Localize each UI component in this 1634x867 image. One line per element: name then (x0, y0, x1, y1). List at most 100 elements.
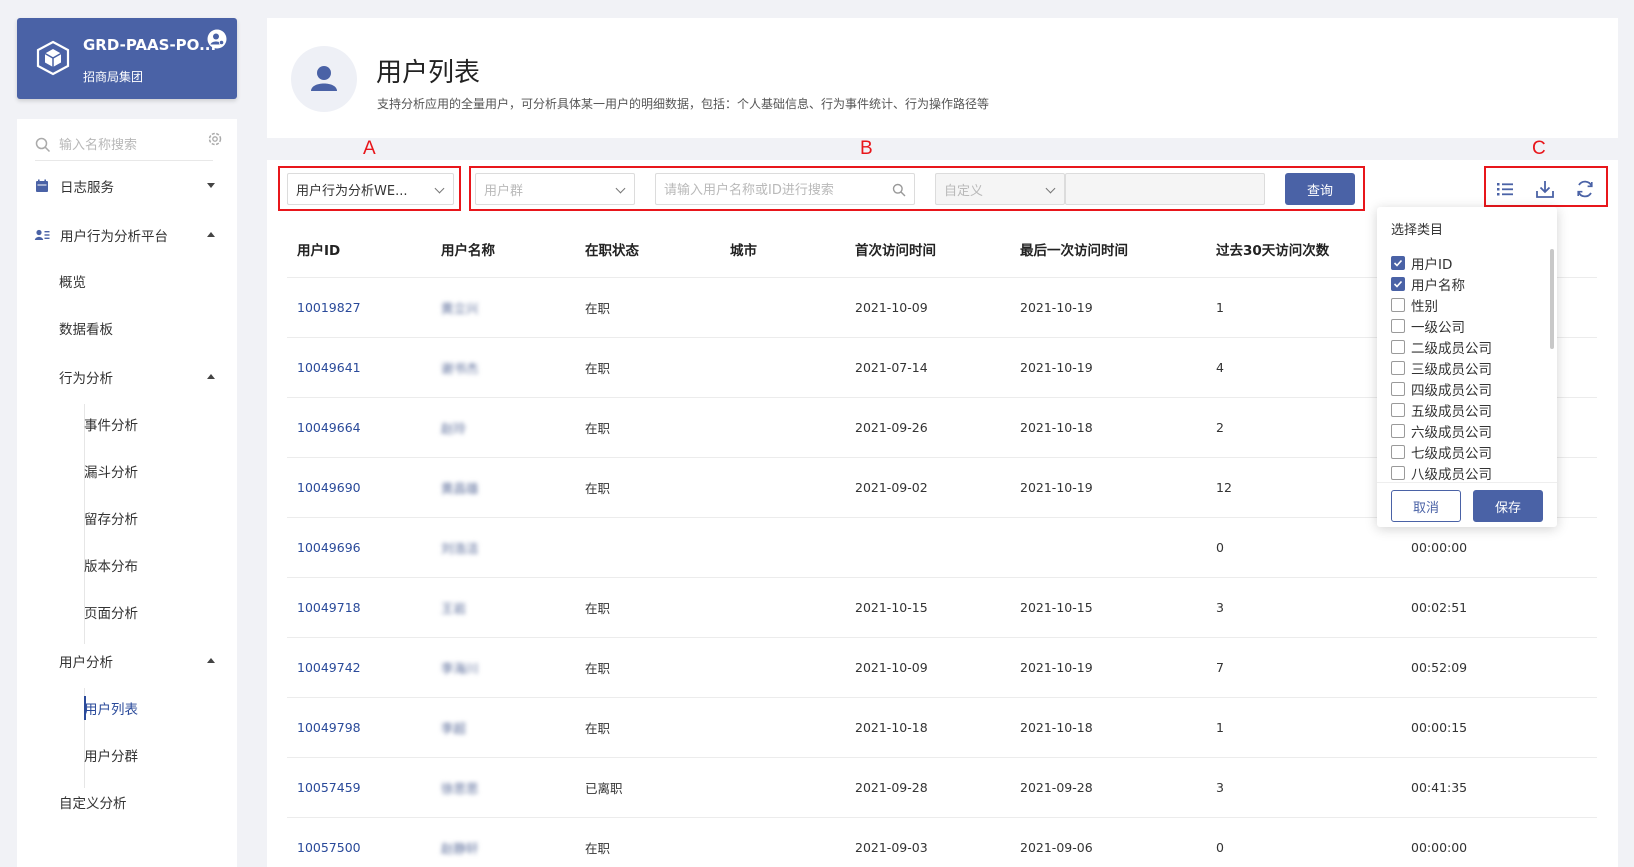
masked-user-name: 黄昌雄 (441, 481, 479, 496)
user-group-placeholder: 用户群 (484, 183, 524, 199)
sidebar-item-user-list[interactable]: 用户列表 (17, 690, 237, 726)
column-option[interactable]: 用户ID (1391, 252, 1541, 273)
checkbox-icon[interactable] (1391, 360, 1405, 375)
checkbox-icon[interactable] (1391, 423, 1405, 438)
checkbox-checked-icon[interactable] (1391, 255, 1405, 270)
checkbox-icon[interactable] (1391, 318, 1405, 333)
cell-user-id[interactable]: 10049742 (297, 638, 361, 697)
user-group-select[interactable]: 用户群 (475, 173, 635, 205)
sidebar-item-behavior-platform[interactable]: 用户行为分析平台 (17, 217, 237, 253)
column-option[interactable]: 八级成员公司 (1391, 462, 1541, 482)
download-icon[interactable] (1534, 178, 1556, 200)
checkbox-icon[interactable] (1391, 402, 1405, 417)
cell-user-id[interactable]: 10049664 (297, 398, 361, 457)
column-option[interactable]: 二级成员公司 (1391, 336, 1541, 357)
table-row[interactable]: 10049696 刘浩洁 0 00:00:00 (287, 518, 1597, 578)
app-select[interactable]: 用户行为分析WE... (287, 173, 454, 205)
checkbox-checked-icon[interactable] (1391, 276, 1405, 291)
user-search-input[interactable] (664, 180, 884, 200)
cancel-button[interactable]: 取消 (1391, 490, 1461, 522)
column-header-user-id[interactable]: 用户ID (297, 220, 340, 277)
column-option[interactable]: 用户名称 (1391, 273, 1541, 294)
refresh-icon[interactable] (1574, 178, 1596, 200)
cell-user-id[interactable]: 10049641 (297, 338, 361, 397)
cell-last-visit: 2021-10-19 (1020, 360, 1093, 375)
column-header-first-visit[interactable]: 首次访问时间 (855, 220, 936, 277)
checkbox-icon[interactable] (1391, 465, 1405, 480)
cell-user-id[interactable]: 10057500 (297, 818, 361, 867)
cell-user-id[interactable]: 10049718 (297, 578, 361, 637)
column-option[interactable]: 一级公司 (1391, 315, 1541, 336)
cell-last-visit: 2021-10-19 (1020, 480, 1093, 495)
sidebar-item-user-segments[interactable]: 用户分群 (17, 737, 237, 773)
column-header-user-name[interactable]: 用户名称 (441, 220, 495, 277)
column-option[interactable]: 六级成员公司 (1391, 420, 1541, 441)
cell-user-id[interactable]: 10019827 (297, 278, 361, 337)
cell-user-id[interactable]: 10057459 (297, 758, 361, 817)
column-header-status[interactable]: 在职状态 (585, 220, 639, 277)
cell-user-id[interactable]: 10049696 (297, 518, 361, 577)
sidebar-item-log-service[interactable]: 日志服务 (17, 168, 237, 204)
cell-first-visit: 2021-10-09 (855, 300, 928, 315)
cell-first-visit: 2021-07-14 (855, 360, 928, 375)
custom-range-placeholder: 自定义 (944, 183, 984, 199)
sidebar-search-input[interactable] (59, 135, 209, 155)
user-search-field[interactable] (655, 173, 915, 205)
column-header-visits-30d[interactable]: 过去30天访问次数 (1216, 220, 1329, 277)
masked-user-name: 徐思思 (441, 781, 479, 796)
column-option-label: 三级成员公司 (1411, 361, 1492, 378)
table-row[interactable]: 10049798 李超 在职 2021-10-18 2021-10-18 1 00:00:1… (287, 698, 1597, 758)
column-option[interactable]: 性别 (1391, 294, 1541, 315)
list-columns-icon[interactable] (1494, 178, 1516, 200)
cell-user-id[interactable]: 10049690 (297, 458, 361, 517)
sidebar-item-label: 事件分析 (84, 418, 138, 434)
column-option[interactable]: 三级成员公司 (1391, 357, 1541, 378)
column-header-last-visit[interactable]: 最后一次访问时间 (1020, 220, 1128, 277)
column-option[interactable]: 五级成员公司 (1391, 399, 1541, 420)
checkbox-icon[interactable] (1391, 297, 1405, 312)
table-row[interactable]: 10049718 王岩 在职 2021-10-15 2021-10-15 3 00:02:5… (287, 578, 1597, 638)
sidebar-item-event-analysis[interactable]: 事件分析 (17, 406, 237, 442)
table-row[interactable]: 10057500 赵静轩 在职 2021-09-03 2021-09-06 0 00:00:… (287, 818, 1597, 867)
cell-status: 已离职 (585, 781, 623, 796)
column-option-label: 六级成员公司 (1411, 424, 1492, 441)
checkbox-icon[interactable] (1391, 381, 1405, 396)
sidebar-item-overview[interactable]: 概览 (17, 263, 237, 299)
column-option[interactable]: 四级成员公司 (1391, 378, 1541, 399)
user-settings-icon[interactable] (207, 29, 227, 49)
org-brand-card[interactable]: GRD-PAAS-PO... 招商局集团 (17, 18, 237, 99)
gear-icon[interactable] (207, 131, 223, 147)
sidebar-item-retention-analysis[interactable]: 留存分析 (17, 500, 237, 536)
table-row[interactable]: 10049742 李海川 在职 2021-10-09 2021-10-19 7 00:52:… (287, 638, 1597, 698)
avatar (291, 46, 357, 112)
column-picker-scrollbar[interactable] (1550, 249, 1554, 349)
sidebar-item-behavior-analysis[interactable]: 行为分析 (17, 359, 237, 395)
column-option[interactable]: 七级成员公司 (1391, 441, 1541, 462)
custom-range-input[interactable] (1065, 173, 1265, 205)
save-button[interactable]: 保存 (1473, 490, 1543, 522)
sidebar-item-page-analysis[interactable]: 页面分析 (17, 594, 237, 630)
custom-range-select[interactable]: 自定义 (935, 173, 1065, 205)
cell-status: 在职 (585, 721, 611, 736)
sidebar-search[interactable] (35, 129, 213, 161)
column-header-city[interactable]: 城市 (730, 220, 757, 277)
chevron-down-icon (1045, 183, 1056, 194)
masked-user-name: 赵玲 (441, 421, 467, 436)
sidebar-item-funnel-analysis[interactable]: 漏斗分析 (17, 453, 237, 489)
user-icon (311, 66, 337, 91)
sidebar-item-dashboard[interactable]: 数据看板 (17, 310, 237, 346)
checkbox-icon[interactable] (1391, 339, 1405, 354)
column-option-label: 性别 (1411, 298, 1438, 315)
sidebar-item-version-distribution[interactable]: 版本分布 (17, 547, 237, 583)
page-title: 用户列表 (376, 58, 481, 88)
table-row[interactable]: 10057459 徐思思 已离职 2021-09-28 2021-09-28 3 00:41… (287, 758, 1597, 818)
cell-duration: 00:52:09 (1411, 660, 1468, 675)
query-button[interactable]: 查询 (1285, 173, 1355, 205)
search-icon[interactable] (892, 183, 906, 197)
checkbox-icon[interactable] (1391, 444, 1405, 459)
sidebar-item-custom-analysis[interactable]: 自定义分析 (17, 784, 237, 820)
cell-user-id[interactable]: 10049798 (297, 698, 361, 757)
cell-last-visit: 2021-09-06 (1020, 840, 1093, 855)
chevron-up-icon (207, 374, 215, 379)
sidebar-item-user-analysis[interactable]: 用户分析 (17, 643, 237, 679)
